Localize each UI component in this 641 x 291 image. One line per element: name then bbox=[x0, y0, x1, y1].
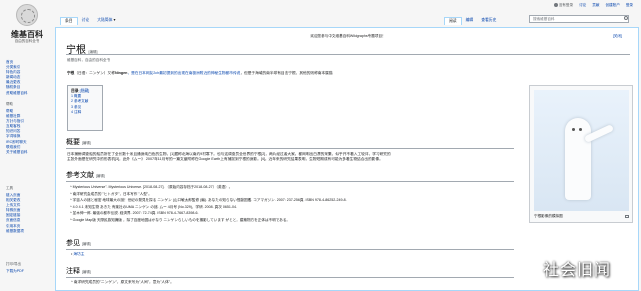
section-heading-overview: 概要 [编辑] bbox=[66, 138, 91, 146]
title-divider bbox=[66, 54, 630, 55]
watermark-text: 社会旧闻 bbox=[543, 260, 612, 279]
nav-section-navigation: 首页 分类索引 特色内容 新闻动态 最近更改 随机条目 资助维基百科 bbox=[6, 60, 28, 96]
edit-section-link[interactable]: [编辑] bbox=[96, 174, 105, 178]
wikipedia-logo[interactable]: 维基百科 自由的百科全书 bbox=[6, 4, 48, 52]
tab-variant-link[interactable]: 大陆简体 bbox=[97, 18, 112, 22]
see-also-list: • 海坊主 bbox=[71, 252, 85, 256]
thumbnail-caption: 宁根影像的模拟图 bbox=[534, 214, 563, 218]
section-divider bbox=[66, 249, 514, 250]
nav-section-print: 打印/导出 下载为PDF bbox=[6, 262, 24, 274]
tab-variant[interactable]: 大陆简体 ▾ bbox=[93, 17, 119, 24]
creature-eye bbox=[579, 128, 582, 131]
search-icon[interactable] bbox=[624, 16, 628, 20]
thumbnail-figure: 宁根影像的模拟图 bbox=[529, 85, 633, 223]
tab-edit[interactable]: 编辑 bbox=[462, 17, 478, 24]
globe-logo-icon bbox=[16, 4, 38, 26]
nav-section-tools: 工具 链入页面 相关更改 上传文件 特殊页面 固定链接 页面信息 引用本页 维基… bbox=[6, 186, 24, 234]
view-tabs: 阅读 编辑 查看历史 bbox=[444, 17, 500, 25]
tab-talk[interactable]: 讨论 bbox=[78, 17, 94, 24]
nav-item[interactable]: 下载为PDF bbox=[6, 269, 24, 274]
personal-tools: 没有登录 讨论 贡献 创建账户 登录 bbox=[553, 3, 633, 8]
edit-section-link[interactable]: [编辑] bbox=[82, 141, 91, 145]
notes-item: ^ 南洋研究成员的"ニンゲン"，原文来写为"人间"，意为"人体"。 bbox=[71, 280, 174, 284]
table-of-contents: 目录 [隐藏] 1 概要 2 参考文献 3 参见 4 注释 bbox=[67, 85, 103, 131]
nav-heading: 工具 bbox=[6, 186, 13, 190]
nav-item[interactable]: IRC即时聊天 bbox=[6, 140, 28, 145]
sidebar: 维基百科 自由的百科全书 首页 分类索引 特色内容 新闻动态 最近更改 随机条目… bbox=[0, 0, 55, 291]
tab-read[interactable]: 阅读 bbox=[444, 17, 462, 25]
section-divider bbox=[66, 277, 514, 278]
personal-item-not-logged-in: 没有登录 bbox=[553, 3, 573, 8]
nav-item[interactable]: 资助维基百科 bbox=[6, 91, 28, 96]
edit-section-link[interactable]: [编辑] bbox=[82, 242, 91, 246]
enlarge-icon[interactable] bbox=[625, 215, 629, 218]
chevron-down-icon: ▾ bbox=[113, 18, 116, 22]
lead-link[interactable]: ，是在日本网友2ch最初提到的出现在南极洲附近的神秘生物都市传说 bbox=[127, 71, 240, 75]
section-heading-references: 参考文献 [编辑] bbox=[66, 171, 105, 179]
tab-talk-link[interactable]: 讨论 bbox=[82, 18, 90, 22]
ningen-image[interactable] bbox=[534, 90, 629, 211]
creature-body bbox=[565, 118, 591, 200]
list-item: ^ Google Map版 天際民族知識版 ，除了百度地図はかなり ニンゲンらし… bbox=[70, 217, 291, 222]
nav-section-help: 帮助 帮助 维基社群 方针与指引 互助客栈 知识问答 字词转换 IRC即时聊天 … bbox=[6, 102, 28, 155]
site-notice: 欢迎您参与中文维基百科Wikigraphs专题项目！ bbox=[310, 34, 386, 38]
main-content: 欢迎您参与中文维基百科Wikigraphs专题项目！ [关闭] 宁根 [编辑] … bbox=[55, 27, 639, 291]
edit-section-link[interactable]: [编辑] bbox=[82, 270, 91, 274]
tab-history-link[interactable]: 查看历史 bbox=[481, 18, 496, 22]
reference-list: ^ Mysterious Universe". Mysterious Unive… bbox=[70, 184, 515, 223]
tab-history[interactable]: 查看历史 bbox=[477, 17, 500, 24]
creature-eye bbox=[572, 128, 575, 131]
namespace-tabs: 条目 讨论 大陆简体 ▾ bbox=[60, 17, 119, 25]
create-account-link[interactable]: 创建账户 bbox=[605, 3, 619, 8]
section-divider bbox=[66, 181, 514, 182]
nav-item[interactable]: 关于维基百科 bbox=[6, 150, 28, 155]
login-link[interactable]: 登录 bbox=[626, 3, 633, 8]
close-notice-button[interactable]: [关闭] bbox=[613, 34, 622, 39]
logo-subtitle: 自由的百科全书 bbox=[14, 39, 40, 43]
overview-paragraph: 日本捕鲸调查船的船员所在了全长数十米且通身纯白色的生物，[1]据称北海以南约9村… bbox=[67, 152, 391, 162]
user-icon bbox=[553, 3, 558, 8]
toc-hide-button[interactable]: [隐藏] bbox=[80, 89, 90, 93]
nav-heading: 帮助 bbox=[6, 102, 13, 106]
tab-edit-link[interactable]: 编辑 bbox=[466, 18, 474, 22]
nav-heading: 打印/导出 bbox=[6, 262, 21, 266]
tagline: 维基百科，自由的百科全书 bbox=[67, 58, 111, 62]
see-also-link[interactable]: 海坊主 bbox=[73, 252, 84, 256]
section-divider bbox=[66, 148, 514, 149]
personal-contributions-link[interactable]: 贡献 bbox=[592, 3, 599, 8]
section-heading-see-also: 参见 [编辑] bbox=[66, 239, 91, 247]
toc-item[interactable]: 4 注释 bbox=[71, 110, 99, 115]
search-input[interactable]: 搜索维基百科 bbox=[529, 15, 629, 23]
personal-talk-link[interactable]: 讨论 bbox=[579, 3, 586, 8]
lead-paragraph: 宁根（日语：ニンゲン）又称Ningen，是在日本网友2ch最初提到的出现在南极洲… bbox=[67, 71, 333, 75]
section-heading-notes: 注释 [编辑] bbox=[66, 267, 91, 275]
nav-item[interactable]: 维基数据项 bbox=[6, 229, 24, 234]
tab-article[interactable]: 条目 bbox=[60, 17, 78, 25]
